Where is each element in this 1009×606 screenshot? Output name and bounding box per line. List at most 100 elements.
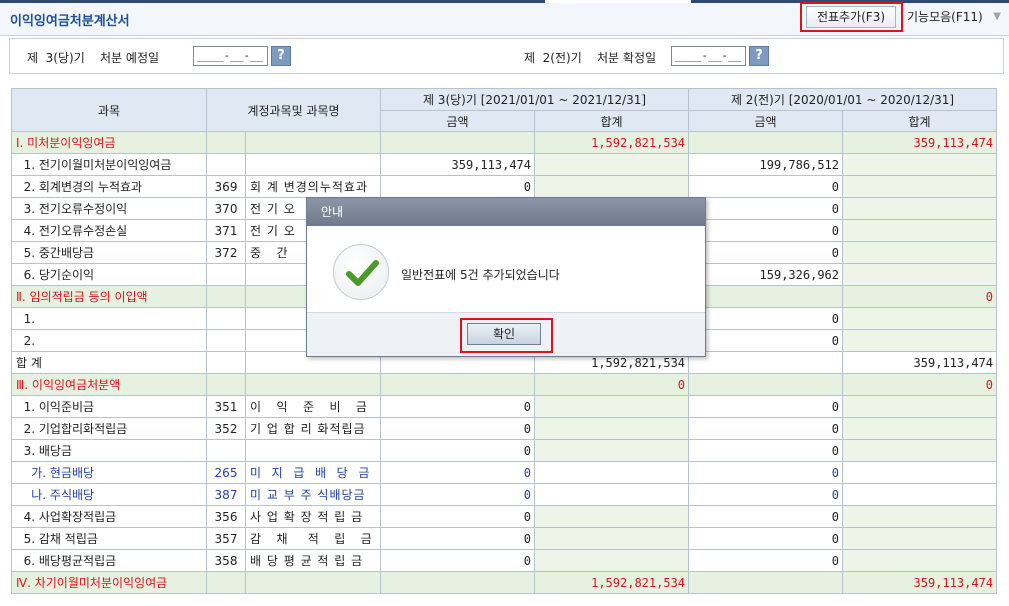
table-row[interactable]: 3. 배당금 0 0 [11,439,998,462]
row-subject[interactable]: Ⅲ. 이익잉여금처분액 [11,373,207,396]
row-current-amount[interactable]: 0 [380,439,536,462]
row-current-total[interactable]: 1,592,821,534 [534,571,690,594]
row-account[interactable]: 감 채 적 립 금 [244,527,382,550]
row-subject[interactable]: 합 계 [11,351,207,374]
row-current-total[interactable] [534,527,690,550]
row-prior-amount[interactable]: 0 [688,527,844,550]
row-prior-amount[interactable]: 199,786,512 [688,153,844,176]
row-code[interactable] [206,351,246,374]
table-row[interactable]: 5. 감채 적립금 357 감 채 적 립 금00 [11,527,998,550]
row-current-total[interactable] [534,175,690,198]
table-row[interactable]: 1. 전기이월미처분이익잉여금 359,113,474 199,786,512 [11,153,998,176]
row-current-total[interactable] [534,439,690,462]
row-prior-total[interactable] [842,219,998,242]
row-subject[interactable]: Ⅳ. 차기이월미처분이익잉여금 [11,571,207,594]
row-prior-amount[interactable] [688,351,844,374]
row-subject[interactable]: 1. 이익준비금 [11,395,207,418]
row-prior-total[interactable] [842,549,998,572]
row-account[interactable] [244,153,382,176]
row-code[interactable] [206,307,246,330]
row-current-amount[interactable]: 0 [380,461,536,484]
row-subject[interactable]: 3. 배당금 [11,439,207,462]
row-subject[interactable]: 4. 전기오류수정손실 [11,219,207,242]
row-account[interactable]: 사 업 확 장 적 립 금 [244,505,382,528]
row-subject[interactable]: Ⅱ. 임의적립금 등의 이입액 [11,285,207,308]
prior-date-help-icon[interactable]: ? [749,46,769,66]
row-code[interactable] [206,153,246,176]
row-current-amount[interactable]: 0 [380,395,536,418]
row-current-amount[interactable]: 0 [380,527,536,550]
row-prior-amount[interactable]: 0 [688,417,844,440]
row-prior-total[interactable] [842,153,998,176]
table-row[interactable]: 2. 회계변경의 누적효과 369 회 계 변경의누적효과 0 0 [11,175,998,198]
row-prior-total[interactable] [842,329,998,352]
row-code[interactable]: 351 [206,395,246,418]
row-prior-amount[interactable]: 0 [688,395,844,418]
row-code[interactable]: 371 [206,219,246,242]
row-prior-amount[interactable] [688,285,844,308]
row-prior-amount[interactable]: 0 [688,461,844,484]
row-prior-amount[interactable]: 0 [688,197,844,220]
row-current-total[interactable] [534,505,690,528]
row-prior-total[interactable]: 0 [842,373,998,396]
row-prior-amount[interactable]: 159,326,962 [688,263,844,286]
row-code[interactable]: 265 [206,461,246,484]
table-row[interactable]: 6. 배당평균적립금 358 배 당 평 균 적 립 금00 [11,549,998,572]
row-subject[interactable]: 6. 배당평균적립금 [11,549,207,572]
row-code[interactable]: 358 [206,549,246,572]
row-prior-total[interactable]: 359,113,474 [842,351,998,374]
row-account[interactable]: 미 지 급 배 당 금 [244,461,382,484]
row-subject[interactable]: 2. 기업합리화적립금 [11,417,207,440]
row-account[interactable] [244,373,382,396]
table-row[interactable]: 1. 이익준비금 351 이 익 준 비 금00 [11,395,998,418]
row-account[interactable]: 기 업 합 리 화적립금 [244,417,382,440]
row-prior-total[interactable] [842,483,998,506]
row-account[interactable]: 회 계 변경의누적효과 [244,175,382,198]
row-code[interactable]: 370 [206,197,246,220]
row-current-amount[interactable]: 0 [380,483,536,506]
row-account[interactable]: 미 교 부 주 식배당금 [244,483,382,506]
row-prior-total[interactable] [842,527,998,550]
row-code[interactable] [206,373,246,396]
row-account[interactable]: 배 당 평 균 적 립 금 [244,549,382,572]
table-row[interactable]: Ⅳ. 차기이월미처분이익잉여금 1,592,821,534 359,113,474 [11,571,998,594]
current-date-input[interactable]: ____-__-__ [193,46,268,66]
row-current-total[interactable] [534,395,690,418]
row-account[interactable] [244,439,382,462]
table-row[interactable]: 4. 사업확장적립금 356 사 업 확 장 적 립 금00 [11,505,998,528]
row-subject[interactable]: 5. 중간배당금 [11,241,207,264]
row-prior-total[interactable]: 359,113,474 [842,131,998,154]
row-prior-amount[interactable] [688,373,844,396]
row-prior-amount[interactable]: 0 [688,505,844,528]
row-prior-total[interactable] [842,175,998,198]
row-prior-amount[interactable]: 0 [688,219,844,242]
row-prior-total[interactable] [842,197,998,220]
row-prior-total[interactable]: 359,113,474 [842,571,998,594]
row-subject[interactable]: 가. 현금배당 [11,461,207,484]
row-current-amount[interactable] [380,373,536,396]
row-prior-amount[interactable]: 0 [688,307,844,330]
table-row[interactable]: 가. 현금배당 265 미 지 급 배 당 금00 [11,461,998,484]
row-subject[interactable]: 1. 전기이월미처분이익잉여금 [11,153,207,176]
table-row[interactable]: 나. 주식배당 387 미 교 부 주 식배당금 0 0 [11,483,998,506]
row-code[interactable]: 372 [206,241,246,264]
row-prior-total[interactable] [842,307,998,330]
row-code[interactable] [206,329,246,352]
row-current-total[interactable] [534,549,690,572]
row-current-amount[interactable] [380,571,536,594]
row-prior-total[interactable] [842,263,998,286]
row-subject[interactable]: Ⅰ. 미처분이익잉여금 [11,131,207,154]
row-current-amount[interactable]: 0 [380,505,536,528]
row-subject[interactable]: 나. 주식배당 [11,483,207,506]
row-current-amount[interactable]: 0 [380,417,536,440]
row-subject[interactable]: 3. 전기오류수정이익 [11,197,207,220]
function-menu-button[interactable]: 기능모음(F11) ▼ [904,6,1003,28]
row-code[interactable]: 369 [206,175,246,198]
current-date-help-icon[interactable]: ? [271,46,291,66]
row-prior-total[interactable] [842,395,998,418]
row-current-total[interactable]: 0 [534,373,690,396]
row-code[interactable] [206,263,246,286]
row-prior-amount[interactable]: 0 [688,549,844,572]
row-prior-total[interactable] [842,505,998,528]
row-code[interactable]: 352 [206,417,246,440]
